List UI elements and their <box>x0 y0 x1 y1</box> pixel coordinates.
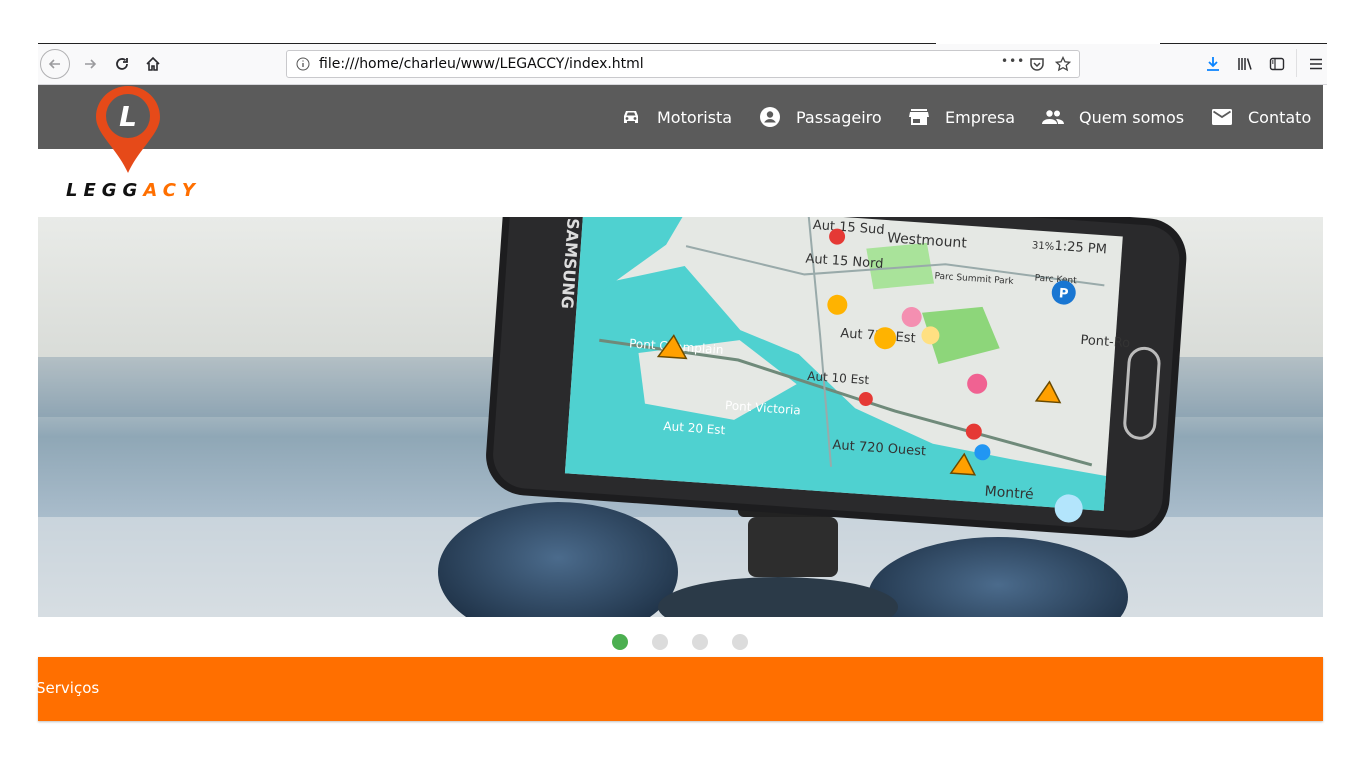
back-button[interactable] <box>40 49 70 79</box>
nav-item-motorista[interactable]: Motorista <box>620 85 732 149</box>
url-bar[interactable]: file:///home/charleu/www/LEGACCY/index.h… <box>286 50 1080 78</box>
hero-carousel-image[interactable]: 1:25 PM 31% Aut 15 Sud Westmount Aut 15 … <box>38 217 1323 617</box>
logo-wordmark[interactable]: LEGGACY <box>66 180 201 201</box>
services-section-header: Serviços <box>36 657 1323 721</box>
logo-pin-icon[interactable]: L <box>94 84 162 174</box>
mail-icon <box>1211 106 1233 128</box>
nav-label: Contato <box>1248 107 1312 127</box>
nav-label: Empresa <box>945 107 1016 127</box>
nav-label: Motorista <box>657 107 733 127</box>
sidebar-icon <box>1269 57 1285 71</box>
logo-word-accent: ACY <box>143 180 201 201</box>
browser-toolbar: file:///home/charleu/www/LEGACCY/index.h… <box>38 44 1327 85</box>
info-icon[interactable] <box>296 57 310 71</box>
home-button[interactable] <box>139 50 167 78</box>
library-icon <box>1238 58 1252 70</box>
car-icon <box>620 106 642 128</box>
people-icon <box>1042 106 1064 128</box>
sidebar-button[interactable] <box>1263 50 1291 78</box>
services-label: Serviços <box>36 679 100 697</box>
phone-status-battery: 31% <box>1032 240 1055 253</box>
map-label: Montré <box>984 484 1034 503</box>
account-circle-icon <box>759 106 781 128</box>
toolbar-separator <box>1296 49 1297 77</box>
star-icon[interactable] <box>1055 56 1071 72</box>
menu-button[interactable] <box>1302 50 1330 78</box>
downloads-button[interactable] <box>1199 50 1227 78</box>
nav-item-contato[interactable]: Contato <box>1211 85 1311 149</box>
carousel-dot-2[interactable] <box>652 634 668 650</box>
nav-item-quem-somos[interactable]: Quem somos <box>1042 85 1184 149</box>
arrow-left-icon <box>48 59 60 69</box>
arrow-right-icon <box>85 59 97 69</box>
library-button[interactable] <box>1231 50 1259 78</box>
logo-letter: L <box>119 100 137 133</box>
carousel-dot-3[interactable] <box>692 634 708 650</box>
hero-photo: 1:25 PM 31% Aut 15 Sud Westmount Aut 15 … <box>38 217 1323 617</box>
hamburger-icon <box>1310 58 1322 70</box>
store-icon <box>908 106 930 128</box>
nav-item-empresa[interactable]: Empresa <box>908 85 1015 149</box>
carousel-dot-1[interactable] <box>612 634 628 650</box>
nav-label: Quem somos <box>1079 107 1185 127</box>
logo-word-dark: LEGG <box>66 180 144 201</box>
site-navbar: Motorista Passageiro Empresa Quem somos … <box>38 85 1323 149</box>
reload-icon <box>116 58 128 70</box>
page-actions-button[interactable]: ••• <box>1001 54 1025 68</box>
pocket-icon[interactable] <box>1029 56 1045 72</box>
download-icon <box>1207 57 1219 71</box>
nav-item-passageiro[interactable]: Passageiro <box>759 85 882 149</box>
carousel-dot-4[interactable] <box>732 634 748 650</box>
reload-button[interactable] <box>108 50 136 78</box>
url-text[interactable]: file:///home/charleu/www/LEGACCY/index.h… <box>319 56 644 72</box>
forward-button[interactable] <box>76 50 104 78</box>
home-icon <box>146 56 160 71</box>
svg-text:P: P <box>1058 286 1069 302</box>
nav-label: Passageiro <box>796 107 882 127</box>
